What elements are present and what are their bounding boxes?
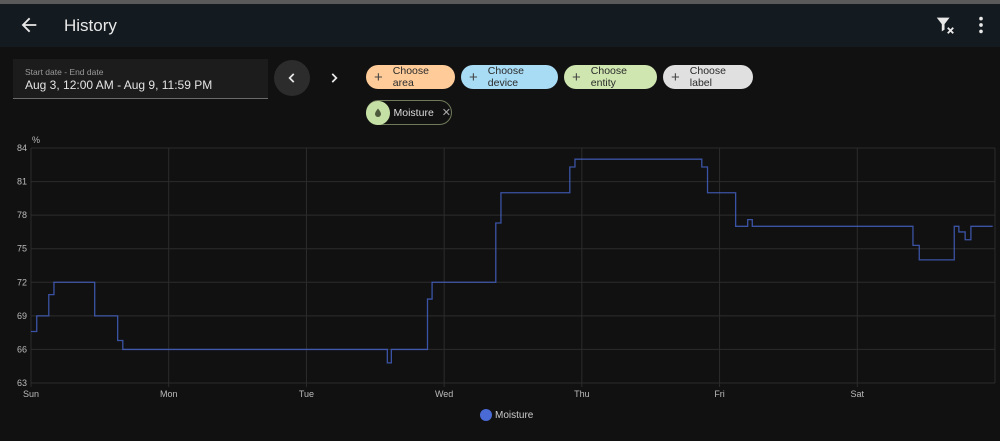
chip-label: Choose label [689, 65, 726, 89]
app-header: History [0, 4, 1000, 47]
page-title: History [64, 16, 117, 35]
x-tick-label: Sat [851, 389, 865, 399]
x-tick-label: Fri [714, 389, 725, 399]
y-tick-label: 78 [17, 210, 27, 220]
selected-entity-label: Moisture [393, 106, 434, 119]
filter-remove-icon[interactable] [934, 14, 956, 36]
water-percent-icon [366, 100, 390, 125]
date-range-label: Start date - End date [25, 67, 104, 77]
chevron-left-icon [288, 73, 295, 83]
x-tick-label: Tue [299, 389, 314, 399]
x-tick-label: Thu [574, 389, 590, 399]
plus-icon: + [469, 68, 478, 86]
arrow-left-icon[interactable] [18, 14, 40, 36]
chip-label: Choose device [487, 65, 524, 89]
y-tick-label: 66 [17, 344, 27, 354]
chip-label: Choose entity [590, 65, 627, 89]
chip-label: Choose area [392, 65, 429, 89]
plus-icon: + [671, 68, 680, 86]
y-tick-label: 81 [17, 177, 27, 187]
previous-range-button[interactable] [274, 60, 310, 96]
choose-device-chip[interactable]: + Choose device [461, 65, 558, 89]
x-tick-label: Wed [435, 389, 453, 399]
legend-swatch [480, 409, 492, 421]
plus-icon: + [572, 68, 581, 86]
choose-entity-chip[interactable]: + Choose entity [564, 65, 657, 89]
remove-entity-icon[interactable]: ✕ [442, 106, 451, 119]
dots-vertical-icon[interactable] [970, 14, 992, 36]
choose-area-chip[interactable]: + Choose area [366, 65, 455, 89]
legend-item-moisture[interactable]: Moisture [480, 409, 533, 421]
selected-entity-chip[interactable]: Moisture ✕ [366, 100, 452, 125]
x-tick-label: Mon [160, 389, 178, 399]
choose-label-chip[interactable]: + Choose label [663, 65, 753, 89]
chevron-right-icon [331, 73, 338, 83]
y-tick-label: 75 [17, 244, 27, 254]
y-tick-label: 69 [17, 311, 27, 321]
y-tick-label: 72 [17, 277, 27, 287]
plus-icon: + [374, 68, 383, 86]
date-range-value: Aug 3, 12:00 AM - Aug 9, 11:59 PM [25, 78, 213, 92]
y-tick-label: 84 [17, 143, 27, 153]
y-tick-label: 63 [17, 378, 27, 388]
series-line-moisture [31, 158, 993, 364]
date-range-picker[interactable]: Start date - End date Aug 3, 12:00 AM - … [13, 59, 268, 99]
y-axis-unit: % [32, 135, 40, 145]
history-chart: % 63 66 69 72 75 78 81 84 Sun Mon Tue Wed Thu Fri Sat [17, 135, 996, 399]
x-tick-label: Sun [23, 389, 39, 399]
legend-label: Moisture [495, 409, 534, 421]
next-range-button[interactable] [316, 60, 352, 96]
